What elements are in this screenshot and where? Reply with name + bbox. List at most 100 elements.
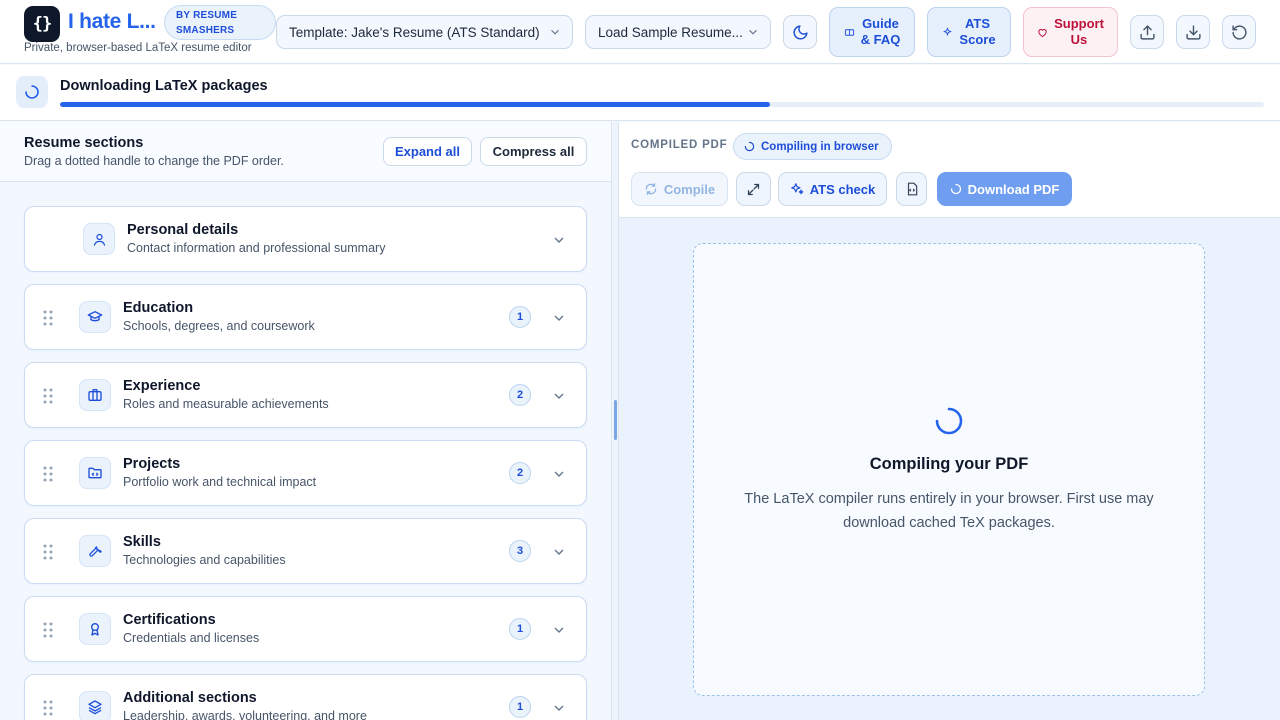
- resize-handle[interactable]: [614, 400, 617, 440]
- spinner-icon: [25, 85, 39, 99]
- compiling-title: Compiling your PDF: [869, 455, 1029, 473]
- compiling-description: The LaTeX compiler runs entirely in your…: [744, 491, 1154, 531]
- download-pdf-label: Download PDF: [967, 181, 1060, 197]
- section-subtitle: Schools, degrees, and coursework: [123, 319, 315, 333]
- chevron-down-icon[interactable]: [551, 544, 567, 560]
- sample-resume-select[interactable]: Load Sample Resume...: [585, 15, 771, 49]
- section-card-experience[interactable]: Experience Roles and measurable achievem…: [24, 362, 587, 428]
- section-subtitle: Leadership, awards, volunteering, and mo…: [123, 709, 367, 720]
- item-count-badge: 1: [509, 618, 531, 640]
- chevron-down-icon[interactable]: [551, 388, 567, 404]
- template-select[interactable]: Template: Jake's Resume (ATS Standard): [276, 15, 573, 49]
- latex-source-button[interactable]: [896, 172, 927, 206]
- item-count-badge: 1: [509, 306, 531, 328]
- ats-line2: Score: [959, 32, 996, 47]
- compiled-pdf-panel: COMPILED PDF Compiling in browser Compil…: [619, 122, 1280, 720]
- chevron-down-icon: [551, 29, 559, 35]
- badge-line1: BY RESUME: [176, 10, 238, 21]
- section-subtitle: Portfolio work and technical impact: [123, 475, 317, 489]
- chevron-down-icon[interactable]: [551, 466, 567, 482]
- folder-code-icon: [79, 457, 111, 489]
- section-subtitle: Roles and measurable achievements: [123, 397, 329, 411]
- drag-handle-icon[interactable]: [43, 700, 53, 716]
- sections-subtitle: Drag a dotted handle to change the PDF o…: [24, 154, 284, 168]
- pdf-toolbar: COMPILED PDF Compiling in browser Compil…: [619, 122, 1280, 218]
- progress-label: Downloading LaTeX packages: [60, 78, 268, 94]
- pdf-preview-area: Compiling your PDF The LaTeX compiler ru…: [693, 243, 1205, 696]
- compile-label: Compile: [663, 181, 716, 197]
- chevron-down-icon: [749, 29, 757, 35]
- briefcase-icon: [79, 379, 111, 411]
- app-title[interactable]: I hate L...: [68, 10, 156, 34]
- compiled-pdf-label: COMPILED PDF: [631, 139, 728, 151]
- spinner-icon: [950, 183, 961, 195]
- drag-handle-icon[interactable]: [43, 544, 53, 560]
- download-button[interactable]: [1176, 15, 1210, 49]
- ats-check-button[interactable]: ATS check: [778, 172, 887, 206]
- spinner-icon: [744, 141, 755, 152]
- refresh-icon: [645, 183, 657, 195]
- theme-toggle-button[interactable]: [783, 15, 817, 49]
- by-resume-smashers-badge[interactable]: BY RESUME SMASHERS: [164, 5, 276, 40]
- section-title: Skills: [123, 534, 161, 550]
- support-us-button[interactable]: Support Us: [1023, 7, 1118, 57]
- guide-faq-button[interactable]: Guide & FAQ: [829, 7, 915, 57]
- ats-check-label: ATS check: [809, 181, 876, 197]
- drag-handle-icon[interactable]: [43, 310, 53, 326]
- drag-handle-icon[interactable]: [43, 622, 53, 638]
- support-line1: Support: [1054, 16, 1104, 31]
- section-card-personal-details[interactable]: Personal details Contact information and…: [24, 206, 587, 272]
- upload-icon: [1139, 24, 1155, 40]
- progress-fill: [60, 102, 771, 107]
- ats-label: ATS Score: [959, 16, 995, 48]
- layers-icon: [79, 691, 111, 720]
- compress-all-button[interactable]: Compress all: [480, 137, 587, 166]
- support-line2: Us: [1070, 32, 1088, 47]
- ats-score-button[interactable]: ATS Score: [927, 7, 1011, 57]
- section-card-projects[interactable]: Projects Portfolio work and technical im…: [24, 440, 587, 506]
- item-count-badge: 1: [509, 696, 531, 718]
- section-card-skills[interactable]: Skills Technologies and capabilities 3: [24, 518, 587, 584]
- download-pdf-button[interactable]: Download PDF: [937, 172, 1072, 206]
- compile-button[interactable]: Compile: [631, 172, 728, 206]
- app-header: {} I hate L... BY RESUME SMASHERS Privat…: [0, 0, 1280, 64]
- heart-icon: [1038, 28, 1047, 37]
- award-icon: [79, 613, 111, 645]
- chevron-down-icon[interactable]: [551, 700, 567, 716]
- file-code-icon: [907, 182, 917, 196]
- reset-button[interactable]: [1222, 15, 1256, 49]
- chevron-down-icon[interactable]: [551, 622, 567, 638]
- ats-line1: ATS: [964, 16, 991, 31]
- section-card-additional-sections[interactable]: Additional sections Leadership, awards, …: [24, 674, 587, 720]
- guide-line2: & FAQ: [860, 32, 901, 47]
- upload-button[interactable]: [1130, 15, 1164, 49]
- section-title: Certifications: [123, 612, 216, 628]
- section-card-certifications[interactable]: Certifications Credentials and licenses …: [24, 596, 587, 662]
- drag-handle-icon[interactable]: [43, 466, 53, 482]
- section-subtitle: Technologies and capabilities: [123, 553, 286, 567]
- progress-track: [60, 102, 1264, 107]
- sparkles-icon: [943, 26, 953, 36]
- package-download-progress: Downloading LaTeX packages: [0, 65, 1280, 121]
- download-icon: [1185, 24, 1201, 40]
- panel-resize-divider[interactable]: [611, 122, 619, 720]
- chevron-down-icon[interactable]: [551, 232, 567, 248]
- support-label: Support Us: [1054, 16, 1104, 48]
- guide-line1: Guide: [862, 16, 899, 31]
- sparkles-icon: [790, 183, 804, 195]
- spinner-icon: [935, 407, 963, 435]
- drag-handle-icon[interactable]: [43, 388, 53, 404]
- section-title: Personal details: [127, 222, 239, 238]
- section-subtitle: Contact information and professional sum…: [127, 241, 386, 255]
- item-count-badge: 2: [509, 462, 531, 484]
- section-card-education[interactable]: Education Schools, degrees, and coursewo…: [24, 284, 587, 350]
- loading-spinner-box: [16, 76, 48, 108]
- resume-sections-panel: Resume sections Drag a dotted handle to …: [0, 122, 611, 720]
- section-subtitle: Credentials and licenses: [123, 631, 260, 645]
- app-logo[interactable]: {}: [24, 6, 60, 42]
- compiling-status-badge: Compiling in browser: [733, 133, 892, 160]
- fullscreen-button[interactable]: [736, 172, 771, 206]
- chevron-down-icon[interactable]: [551, 310, 567, 326]
- expand-all-button[interactable]: Expand all: [383, 137, 472, 166]
- graduation-cap-icon: [79, 301, 111, 333]
